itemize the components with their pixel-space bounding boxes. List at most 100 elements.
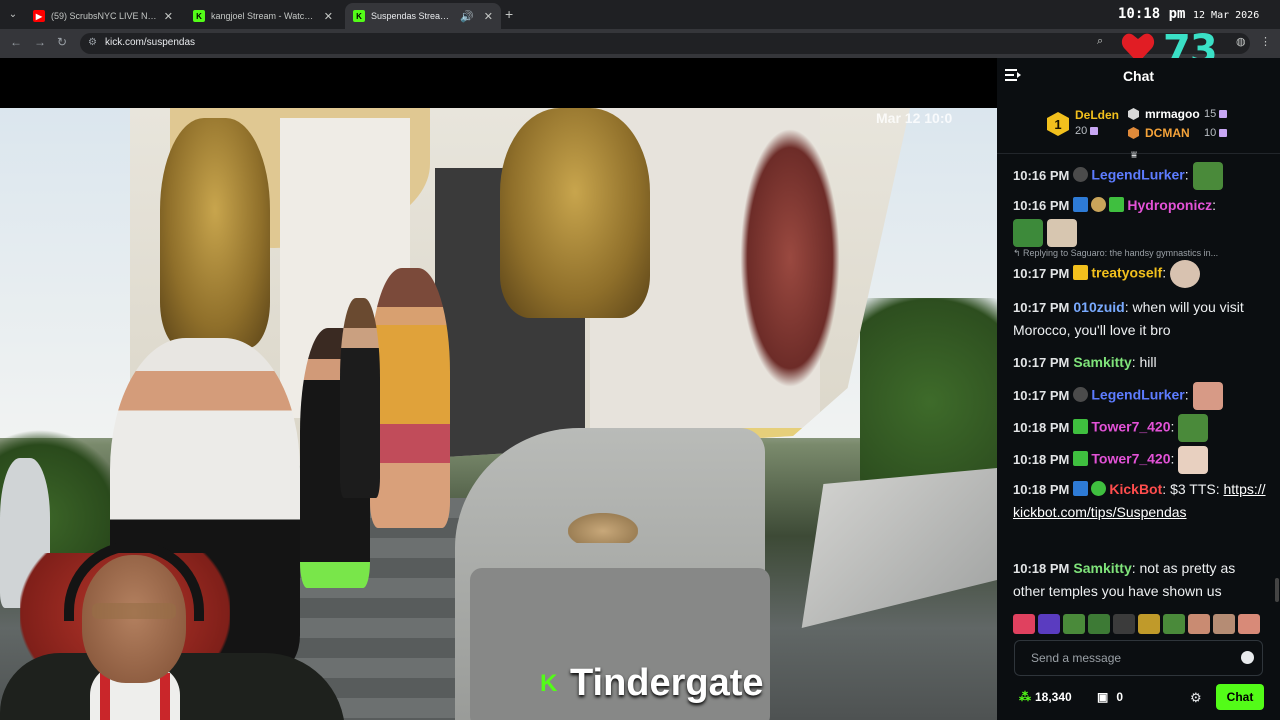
chat-message: 10:16 PM LegendLurker:: [1013, 162, 1268, 190]
chat-username[interactable]: treatyoself: [1091, 265, 1162, 281]
gift-leaderboard: 1 DeLden 20 mrmagoo 15 DCMAN 10: [997, 98, 1280, 154]
leader-second-name[interactable]: mrmagoo: [1145, 107, 1200, 121]
avatar-badge-icon: [1073, 166, 1089, 182]
emote-quick-bar: [1013, 614, 1267, 638]
tab-title: (59) ScrubsNYC LIVE New Y: [51, 11, 158, 21]
tab-kangjoel[interactable]: K kangjoel Stream - Watch Live o ✕: [185, 3, 341, 29]
rank-one-badge: 1: [1047, 112, 1069, 136]
rank-two-icon: [1128, 108, 1139, 120]
back-icon[interactable]: ←: [10, 35, 22, 49]
chat-username[interactable]: LegendLurker: [1091, 167, 1184, 183]
chat-input[interactable]: Send a message: [1014, 640, 1263, 676]
address-bar[interactable]: ⚙ kick.com/suspendas: [80, 33, 1250, 54]
chat-username[interactable]: 010zuid: [1073, 299, 1124, 315]
chat-message: 10:18 PM Tower7_420:: [1013, 446, 1268, 474]
close-tab-icon[interactable]: ✕: [324, 10, 333, 23]
hat: [568, 513, 638, 543]
chat-header: Chat: [997, 58, 1280, 96]
chat-username[interactable]: Samkitty: [1073, 560, 1131, 576]
pepe-emote-icon: [1192, 162, 1223, 190]
avatar-badge-icon: [1073, 386, 1089, 402]
chat-username[interactable]: Tower7_420: [1091, 451, 1170, 467]
gift-icon: [1219, 110, 1228, 119]
chat-title: Chat: [1122, 68, 1155, 84]
chat-username[interactable]: Hydroponicz: [1127, 197, 1212, 213]
subscriber-badge-icon: [1073, 450, 1089, 466]
browser-toolbar: ← → ↻ ⚙ kick.com/suspendas ⌕ ◍ ⋮: [0, 29, 1280, 58]
channel-store[interactable]: ▣ 0: [1097, 690, 1123, 704]
reload-icon[interactable]: ↻: [57, 35, 67, 49]
chat-message: 10:17 PM LegendLurker:: [1013, 382, 1268, 410]
chat-scrollbar[interactable]: [1275, 578, 1279, 602]
moderator-badge-icon: [1073, 197, 1089, 212]
crown-badge-icon: [1073, 264, 1089, 280]
chat-message: 10:17 PM 010zuid: when will you visit Mor…: [1013, 299, 1244, 338]
tab-youtube[interactable]: ▶ (59) ScrubsNYC LIVE New Y ✕: [25, 3, 181, 29]
tab-title: Suspendas Stream - Watch: [371, 11, 454, 21]
pepe-emote-icon[interactable]: [1163, 614, 1185, 634]
chat-username[interactable]: Tower7_420: [1091, 419, 1170, 435]
figure-emote-icon[interactable]: [1113, 614, 1135, 634]
chat-message: 10:18 PM Samkitty: not as pretty as other…: [1013, 560, 1236, 599]
profile-icon[interactable]: ◍: [1236, 35, 1246, 48]
glasses: [92, 603, 176, 619]
gift-icon: [1219, 129, 1228, 138]
emoji-picker-icon[interactable]: [1241, 651, 1254, 664]
zoom-icon[interactable]: ⌕: [1097, 35, 1103, 48]
dots-emote-icon[interactable]: [1138, 614, 1160, 634]
subscriber-badge-icon: [1109, 197, 1125, 212]
speaker-icon[interactable]: 🔊: [460, 10, 474, 23]
leader-first-name[interactable]: DeLden: [1075, 108, 1119, 122]
chat-message: 10:16 PM Hydroponicz:: [1013, 194, 1268, 249]
leader-first-count: 20: [1075, 125, 1099, 137]
face-emote-icon: [1178, 446, 1209, 474]
subscriber-badge-icon: [1073, 418, 1089, 434]
tab-suspendas[interactable]: K Suspendas Stream - Watch 🔊 ✕: [345, 3, 501, 29]
chat-message: 10:17 PM treatyoself:: [1013, 260, 1268, 288]
video-timestamp: Mar 12 10:0: [876, 110, 953, 126]
face-emote-icon: [1170, 260, 1201, 288]
chat-username[interactable]: LegendLurker: [1091, 387, 1184, 403]
chat-panel: Chat 1 DeLden 20 mrmagoo 15 DCMAN 10 ⩸ 1…: [997, 58, 1280, 720]
kick-icon: K: [193, 10, 205, 22]
kick-icon: K: [353, 10, 365, 22]
gift-icon: [1090, 127, 1099, 136]
chat-username[interactable]: Samkitty: [1073, 354, 1131, 370]
store-icon: ▣: [1097, 690, 1109, 704]
close-tab-icon[interactable]: ✕: [484, 10, 493, 23]
webcam-overlay: [0, 493, 345, 720]
leader-second-count: 15: [1204, 108, 1228, 120]
pepe-emote-icon[interactable]: [1088, 614, 1110, 634]
leader-third-name[interactable]: DCMAN: [1145, 126, 1190, 140]
youtube-icon: ▶: [33, 10, 45, 22]
tab-search-icon[interactable]: ⌄: [4, 5, 22, 23]
settings-icon[interactable]: ⚙: [1190, 690, 1202, 706]
site-info-icon[interactable]: ⚙: [88, 37, 97, 48]
points-icon: ⁂: [1019, 690, 1031, 704]
face-emote-icon[interactable]: [1213, 614, 1235, 634]
avatar-badge-icon: [1091, 197, 1107, 212]
channel-points[interactable]: ⁂ 18,340: [1019, 690, 1072, 704]
chat-username[interactable]: KickBot: [1109, 481, 1162, 497]
expand-pinned-icon[interactable]: ⩸: [1131, 150, 1137, 161]
url-text: kick.com/suspendas: [105, 37, 196, 48]
stream-caption: K Tindergate: [540, 662, 764, 705]
face-emote-icon[interactable]: [1188, 614, 1210, 634]
kick-logo-icon: K: [540, 669, 558, 697]
menu-icon[interactable]: ⋮: [1260, 35, 1271, 48]
face-emote-icon[interactable]: [1238, 614, 1260, 634]
pepe-emote-icon[interactable]: [1063, 614, 1085, 634]
send-chat-button[interactable]: Chat: [1216, 684, 1264, 710]
gift-emote-icon[interactable]: [1013, 614, 1035, 634]
forward-icon[interactable]: →: [34, 35, 46, 49]
caption-text: Tindergate: [570, 662, 764, 704]
verified-badge-icon: [1091, 481, 1107, 496]
new-tab-button[interactable]: +: [505, 6, 513, 22]
reply-context[interactable]: ↰ Replying to Saguaro: the handsy gymnas…: [1013, 248, 1268, 259]
pepe-emote-icon: [1178, 414, 1209, 442]
video-player[interactable]: Mar 12 10:0 K Tindergate: [0, 58, 997, 720]
pepe-emote-icon: [1013, 219, 1043, 247]
w-emote-icon[interactable]: [1038, 614, 1060, 634]
close-tab-icon[interactable]: ✕: [164, 10, 173, 23]
face-emote-icon: [1192, 382, 1223, 410]
